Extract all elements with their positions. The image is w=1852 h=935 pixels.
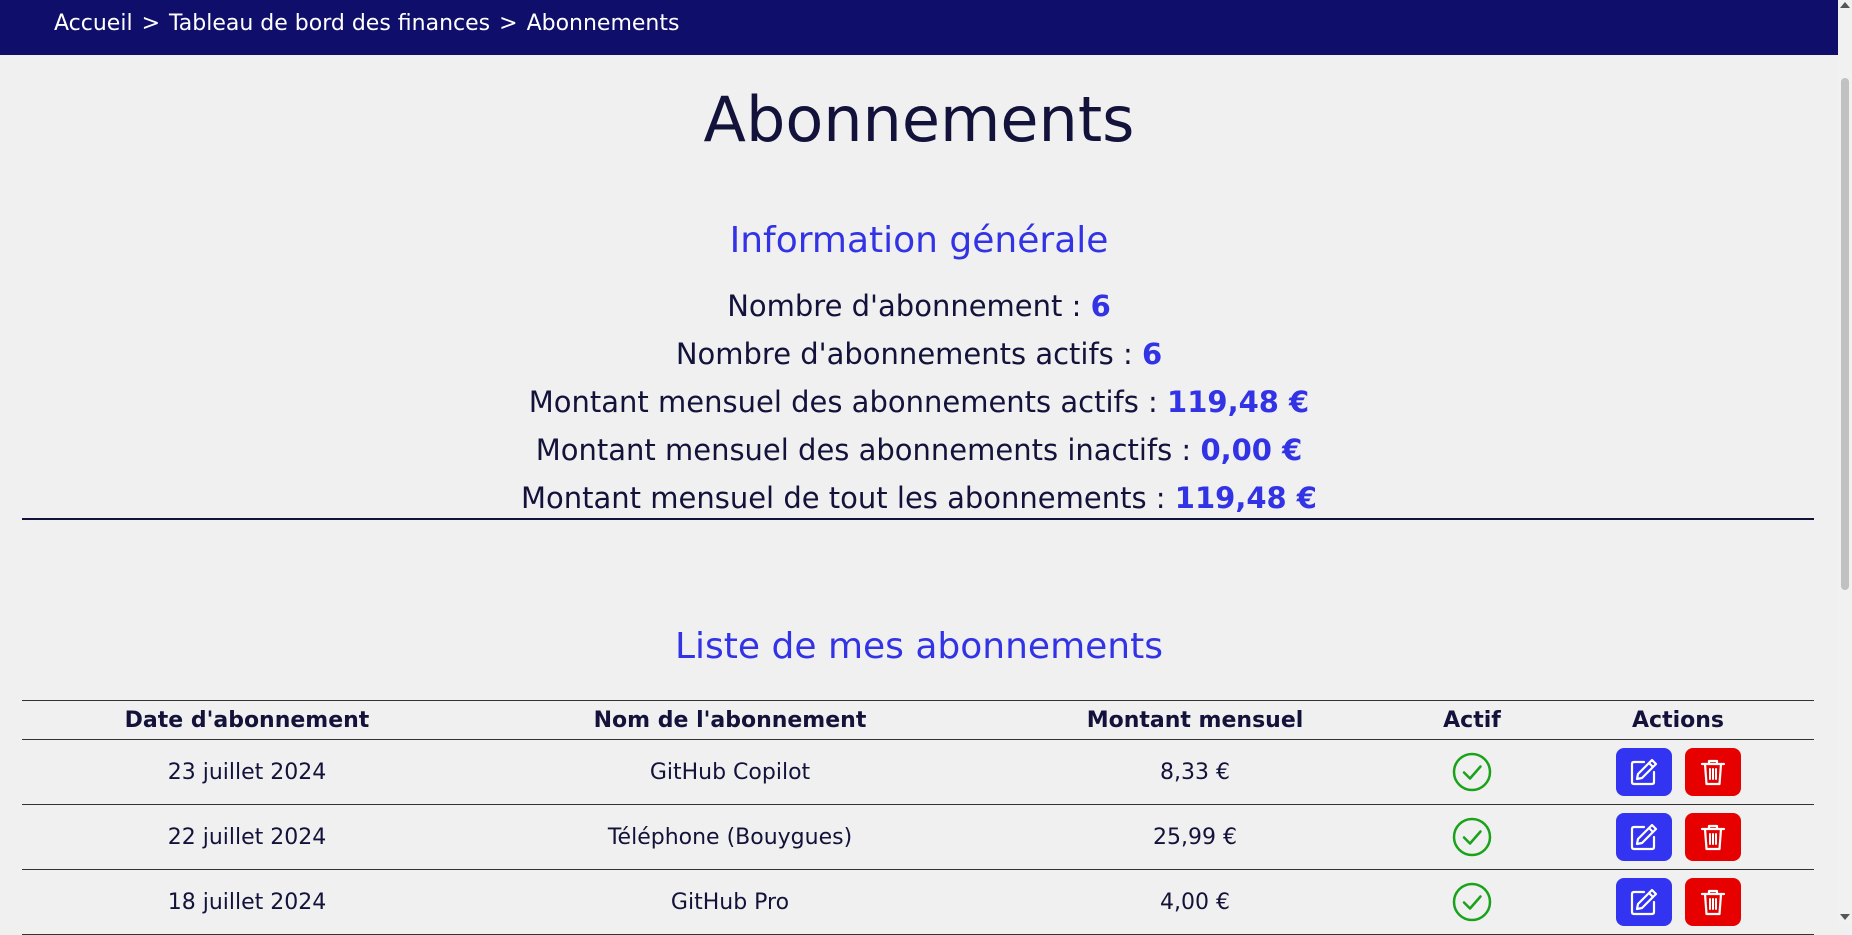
info-label: Nombre d'abonnement : xyxy=(727,289,1091,323)
breadcrumb: Accueil > Tableau de bord des finances > Abo… xyxy=(54,11,679,36)
column-header-active: Actif xyxy=(1402,700,1542,740)
info-value: 6 xyxy=(1142,337,1163,371)
cell-name: GitHub Copilot xyxy=(472,739,988,805)
edit-icon xyxy=(1630,758,1657,786)
check-circle-icon xyxy=(1452,752,1492,792)
delete-button[interactable] xyxy=(1684,813,1741,861)
table-row: 22 juillet 2024 Téléphone (Bouygues) 25,… xyxy=(22,804,1814,870)
cell-active xyxy=(1402,739,1542,805)
info-label: Montant mensuel des abonnements actifs : xyxy=(528,385,1168,419)
info-subscription-count: Nombre d'abonnement : 6 xyxy=(0,289,1838,323)
trash-icon xyxy=(1700,759,1725,786)
info-inactive-monthly-amount: Montant mensuel des abonnements inactifs… xyxy=(0,433,1838,467)
page-title: Abonnements xyxy=(703,83,1135,156)
breadcrumb-link-finance-dashboard[interactable]: Tableau de bord des finances xyxy=(169,11,490,36)
trash-icon xyxy=(1700,824,1725,851)
info-value: 119,48 € xyxy=(1174,481,1317,515)
edit-icon xyxy=(1630,888,1657,916)
table-header-row: Date d'abonnement Nom de l'abonnement Mo… xyxy=(22,700,1814,740)
scroll-up-arrow-icon[interactable] xyxy=(1840,2,1850,8)
edit-button[interactable] xyxy=(1615,813,1672,861)
cell-active xyxy=(1402,804,1542,870)
info-label: Montant mensuel des abonnements inactifs… xyxy=(535,433,1201,467)
breadcrumb-current-page: Abonnements xyxy=(526,11,680,36)
info-active-count: Nombre d'abonnements actifs : 6 xyxy=(0,337,1838,371)
column-header-amount: Montant mensuel xyxy=(988,700,1402,740)
info-total-monthly-amount: Montant mensuel de tout les abonnements … xyxy=(0,481,1838,515)
table-row: 23 juillet 2024 GitHub Copilot 8,33 € xyxy=(22,739,1814,805)
info-value: 6 xyxy=(1090,289,1111,323)
column-header-name: Nom de l'abonnement xyxy=(472,700,988,740)
section-divider xyxy=(22,518,1814,520)
column-header-actions: Actions xyxy=(1542,700,1814,740)
general-info-title: Information générale xyxy=(729,220,1109,261)
subscriptions-list-title: Liste de mes abonnements xyxy=(674,626,1163,667)
trash-icon xyxy=(1700,889,1725,916)
check-circle-icon xyxy=(1452,882,1492,922)
breadcrumb-link-home[interactable]: Accueil xyxy=(54,11,133,36)
subscriptions-table: Date d'abonnement Nom de l'abonnement Mo… xyxy=(22,700,1814,935)
scroll-down-arrow-icon[interactable] xyxy=(1840,914,1850,920)
edit-button[interactable] xyxy=(1615,748,1672,796)
column-header-date: Date d'abonnement xyxy=(22,700,472,740)
delete-button[interactable] xyxy=(1684,748,1741,796)
breadcrumb-separator: > xyxy=(141,11,160,36)
delete-button[interactable] xyxy=(1684,878,1741,926)
info-value: 119,48 € xyxy=(1167,385,1310,419)
edit-button[interactable] xyxy=(1615,878,1672,926)
info-label: Nombre d'abonnements actifs : xyxy=(675,337,1142,371)
cell-date: 23 juillet 2024 xyxy=(22,739,472,805)
cell-actions xyxy=(1542,804,1814,870)
breadcrumb-separator: > xyxy=(499,11,518,36)
check-circle-icon xyxy=(1452,817,1492,857)
info-label: Montant mensuel de tout les abonnements … xyxy=(521,481,1175,515)
cell-date: 22 juillet 2024 xyxy=(22,804,472,870)
edit-icon xyxy=(1630,823,1657,851)
cell-amount: 25,99 € xyxy=(988,804,1402,870)
vertical-scrollbar[interactable] xyxy=(1838,0,1852,925)
top-navbar: Accueil > Tableau de bord des finances > Abo… xyxy=(0,0,1838,55)
info-active-monthly-amount: Montant mensuel des abonnements actifs :… xyxy=(0,385,1838,419)
cell-name: Téléphone (Bouygues) xyxy=(472,804,988,870)
cell-amount: 8,33 € xyxy=(988,739,1402,805)
info-value: 0,00 € xyxy=(1200,433,1303,467)
scrollbar-thumb[interactable] xyxy=(1841,78,1849,590)
cell-actions xyxy=(1542,739,1814,805)
